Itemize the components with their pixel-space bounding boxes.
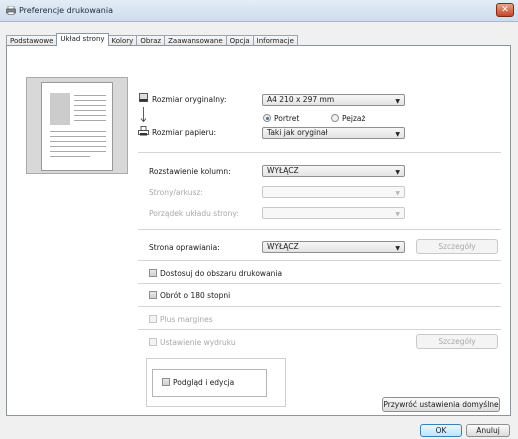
layout-order-combo: ▼ xyxy=(262,207,405,219)
chevron-down-icon: ▼ xyxy=(395,211,400,218)
columns-combo[interactable]: WYŁĄCZ ▼ xyxy=(262,165,405,177)
restore-defaults-button[interactable]: Przywróć ustawienia domyślne xyxy=(382,397,500,412)
chevron-down-icon: ▼ xyxy=(395,245,400,252)
paper-size-combo[interactable]: Taki jak oryginał ▼ xyxy=(262,127,405,139)
chevron-down-icon: ▼ xyxy=(395,169,400,176)
title-bar: Preferencje drukowania ✕ xyxy=(0,0,518,22)
chevron-down-icon: ▼ xyxy=(395,131,400,138)
columns-value: WYŁĄCZ xyxy=(267,166,299,175)
original-size-combo[interactable]: A4 210 x 297 mm ▼ xyxy=(262,94,405,106)
chevron-down-icon: ▼ xyxy=(395,190,400,197)
paper-size-label: Rozmiar papieru: xyxy=(152,128,217,137)
cancel-button[interactable]: Anuluj xyxy=(466,424,510,437)
paper-printer-icon xyxy=(138,126,149,136)
page-preview xyxy=(26,77,128,174)
pages-per-sheet-combo: ▼ xyxy=(262,186,405,198)
divider xyxy=(138,329,501,330)
binding-combo[interactable]: WYŁĄCZ ▼ xyxy=(262,241,405,253)
preview-sheet xyxy=(41,82,113,171)
portrait-label[interactable]: Portret xyxy=(274,114,299,123)
preview-edit-label[interactable]: Podgląd i edycja xyxy=(173,378,234,387)
landscape-label[interactable]: Pejzaż xyxy=(342,114,365,123)
paper-size-value: Taki jak oryginał xyxy=(267,128,328,137)
tab-uklad-strony[interactable]: Układ strony xyxy=(56,33,109,46)
original-size-value: A4 210 x 297 mm xyxy=(267,95,335,104)
chevron-down-icon: ▼ xyxy=(395,98,400,105)
preview-image-block xyxy=(50,93,70,125)
print-settings-checkbox xyxy=(149,338,157,346)
fit-print-area-checkbox[interactable] xyxy=(149,269,157,277)
close-button[interactable]: ✕ xyxy=(496,3,514,17)
rotate-180-checkbox[interactable] xyxy=(149,291,157,299)
binding-value: WYŁĄCZ xyxy=(267,242,299,251)
original-document-icon xyxy=(139,93,148,102)
original-size-label: Rozmiar oryginalny: xyxy=(152,95,227,104)
columns-label: Rozstawienie kolumn: xyxy=(149,167,231,176)
divider xyxy=(138,306,501,307)
print-preferences-window: Preferencje drukowania ✕ Podstawowe Ukła… xyxy=(0,0,518,439)
portrait-radio[interactable] xyxy=(263,114,271,122)
divider xyxy=(138,152,501,153)
plus-margins-label: Plus margines xyxy=(160,315,213,324)
printer-icon xyxy=(6,6,16,15)
divider xyxy=(138,260,501,261)
fit-print-area-label[interactable]: Dostosuj do obszaru drukowania xyxy=(160,269,282,278)
layout-order-label: Porządek układu strony: xyxy=(149,209,239,218)
print-settings-label: Ustawienie wydruku xyxy=(160,338,236,347)
print-settings-details-button: Szczegóły xyxy=(416,334,498,349)
divider xyxy=(138,283,501,284)
rotate-180-label[interactable]: Obrót o 180 stopni xyxy=(160,291,230,300)
landscape-radio[interactable] xyxy=(331,114,339,122)
pages-per-sheet-label: Strony/arkusz: xyxy=(149,188,203,197)
binding-label: Strona oprawiania: xyxy=(149,243,220,252)
binding-details-button: Szczegóły xyxy=(416,239,498,254)
preview-edit-checkbox[interactable] xyxy=(162,378,170,386)
ok-button[interactable]: OK xyxy=(420,424,462,437)
window-title: Preferencje drukowania xyxy=(19,6,113,15)
close-icon: ✕ xyxy=(501,5,509,15)
plus-margins-checkbox xyxy=(149,315,157,323)
divider xyxy=(138,229,501,230)
down-arrow-icon xyxy=(140,107,147,123)
